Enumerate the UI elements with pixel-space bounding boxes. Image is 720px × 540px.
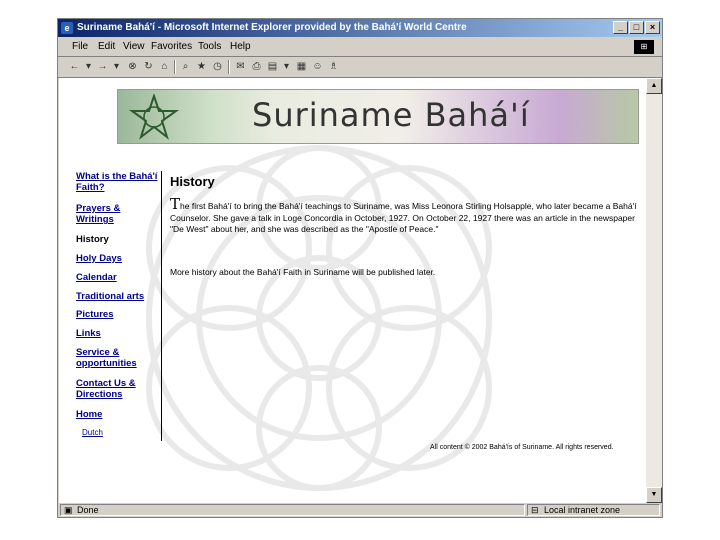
nav-holy-days[interactable]: Holy Days — [76, 253, 122, 264]
vertical-scrollbar[interactable]: ▲ ▼ — [646, 78, 662, 503]
mail-icon[interactable]: ✉ — [234, 60, 247, 73]
edit-icon[interactable]: ▤ — [266, 60, 279, 73]
history-icon[interactable]: ◷ — [211, 60, 224, 73]
forward-dropdown-icon[interactable]: ▾ — [110, 60, 123, 73]
menu-edit[interactable]: Edit — [98, 38, 115, 56]
refresh-icon[interactable]: ↻ — [142, 60, 155, 73]
page-content: Suriname Bahá'í What is the Bahá'í Faith… — [59, 78, 646, 503]
nav-traditional-arts[interactable]: Traditional arts — [76, 291, 144, 302]
copyright-notice: All content © 2002 Bahá'ís of Suriname. … — [430, 444, 614, 451]
menu-help[interactable]: Help — [230, 38, 251, 56]
nav-service-opportunities[interactable]: Service & opportunities — [76, 347, 146, 369]
nav-dutch[interactable]: Dutch — [82, 427, 103, 438]
ie-logo-icon: e — [61, 22, 73, 34]
browser-window: e Suriname Bahá'í - Microsoft Internet E… — [57, 18, 663, 518]
nav-what-is-bahai-faith[interactable]: What is the Bahá'í Faith? — [76, 171, 161, 193]
close-button[interactable]: × — [645, 21, 660, 34]
site-banner: Suriname Bahá'í — [117, 89, 639, 144]
page-title: History — [170, 174, 215, 189]
intranet-zone-icon: ⊟ — [531, 505, 539, 515]
drop-cap: T — [170, 195, 181, 213]
menu-bar: File Edit View Favorites Tools Help ⊞ — [58, 38, 662, 57]
menu-tools[interactable]: Tools — [198, 38, 221, 56]
nav-pictures[interactable]: Pictures — [76, 309, 114, 320]
star-emblem-icon — [128, 94, 180, 140]
home-icon[interactable]: ⌂ — [158, 60, 171, 73]
nav-history[interactable]: History — [76, 234, 109, 245]
page-icon: ▣ — [64, 505, 73, 515]
messenger-icon[interactable]: ☺ — [311, 60, 324, 73]
status-text: Done — [77, 505, 99, 515]
print-icon[interactable]: ⎙ — [250, 60, 263, 73]
back-icon[interactable]: ← — [68, 60, 81, 73]
window-title: Suriname Bahá'í - Microsoft Internet Exp… — [77, 22, 467, 33]
history-paragraph-text: he first Bahá'í to bring the Bahá'í teac… — [170, 201, 637, 234]
nav-home[interactable]: Home — [76, 409, 102, 420]
nav-calendar[interactable]: Calendar — [76, 272, 117, 283]
menu-view[interactable]: View — [123, 38, 145, 56]
maximize-button[interactable]: □ — [629, 21, 644, 34]
research-icon[interactable]: ♗ — [327, 60, 340, 73]
nav-links[interactable]: Links — [76, 328, 101, 339]
banner-title: Suriname Bahá'í — [252, 96, 530, 134]
nav-prayers-writings[interactable]: Prayers & Writings — [76, 203, 146, 225]
forward-icon[interactable]: → — [96, 60, 109, 73]
scroll-up-arrow-icon[interactable]: ▲ — [646, 78, 662, 94]
menu-file[interactable]: File — [72, 38, 88, 56]
back-dropdown-icon[interactable]: ▾ — [82, 60, 95, 73]
title-bar[interactable]: e Suriname Bahá'í - Microsoft Internet E… — [58, 19, 662, 37]
scroll-down-arrow-icon[interactable]: ▼ — [646, 487, 662, 503]
status-bar: ▣ Done ⊟ Local intranet zone — [58, 504, 662, 517]
windows-logo-icon: ⊞ — [634, 40, 654, 54]
history-note: More history about the Bahá'í Faith in S… — [170, 267, 436, 277]
stop-icon[interactable]: ⊗ — [126, 60, 139, 73]
nav-divider — [161, 171, 162, 441]
edit-dropdown-icon[interactable]: ▾ — [280, 60, 293, 73]
favorites-icon[interactable]: ★ — [195, 60, 208, 73]
discuss-icon[interactable]: ▦ — [295, 60, 308, 73]
minimize-button[interactable]: _ — [613, 21, 628, 34]
search-icon[interactable]: ⌕ — [179, 60, 192, 73]
zone-text: Local intranet zone — [544, 505, 621, 515]
history-paragraph: The first Bahá'í to bring the Bahá'í tea… — [170, 197, 645, 236]
nav-contact-directions[interactable]: Contact Us & Directions — [76, 378, 146, 400]
toolbar: ← ▾ → ▾ ⊗ ↻ ⌂ ⌕ ★ ◷ ✉ ⎙ ▤ ▾ ▦ ☺ ♗ — [58, 57, 662, 78]
menu-favorites[interactable]: Favorites — [151, 38, 192, 56]
